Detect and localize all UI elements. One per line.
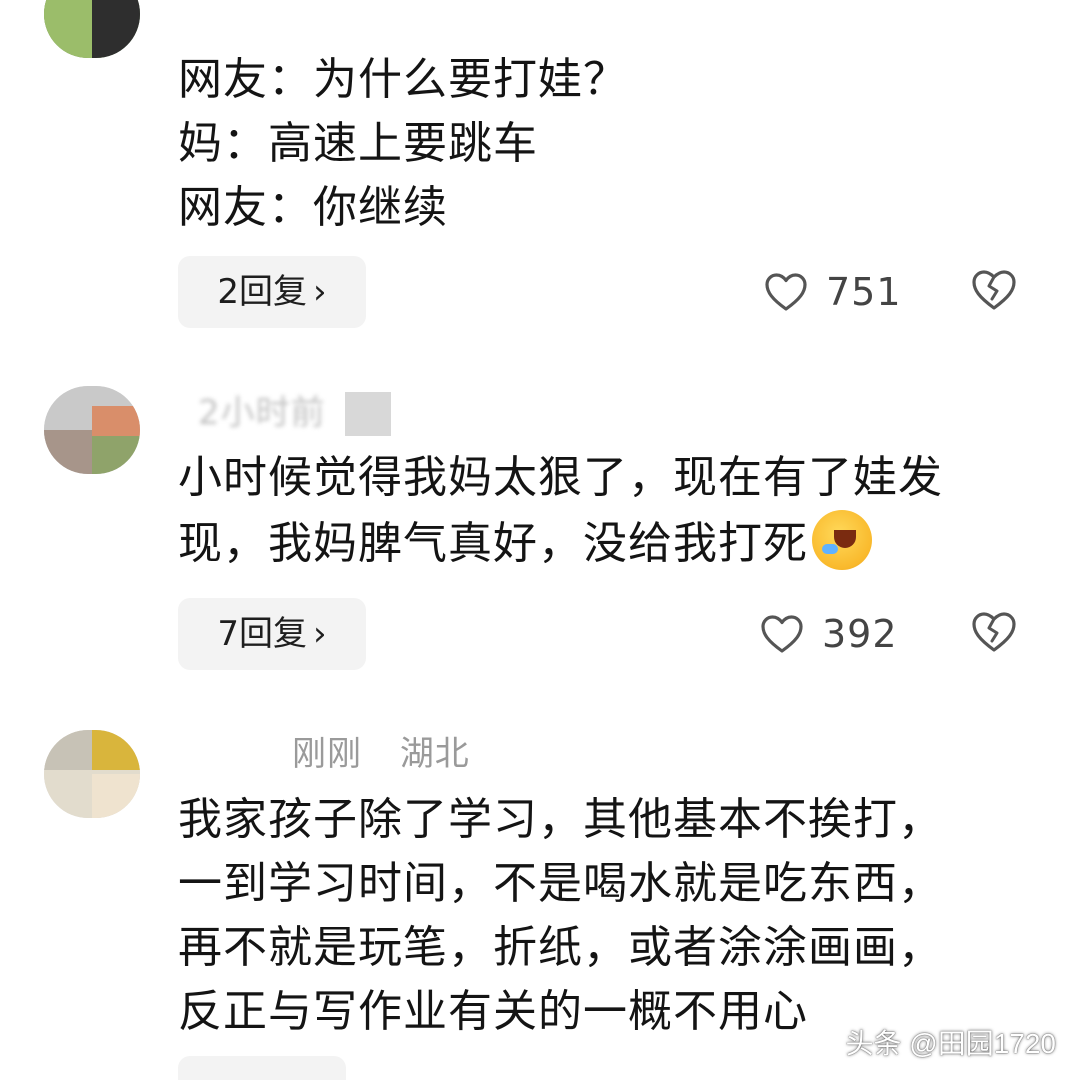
broken-heart-icon (972, 270, 1016, 310)
comment-line: 小时候觉得我妈太狠了，现在有了娃发 (178, 452, 943, 503)
like-count: 392 (822, 612, 898, 656)
reply-label: 7回复 (217, 614, 308, 654)
like-button[interactable]: 392 (760, 604, 898, 664)
avatar[interactable] (44, 386, 140, 474)
comment-meta: 刚刚 湖北 (172, 734, 470, 774)
reply-button[interactable]: 7回复 › (178, 598, 366, 670)
comment-text: 小时候觉得我妈太狠了，现在有了娃发 现，我妈脾气真好，没给我打死 (178, 446, 1038, 576)
dislike-button[interactable] (970, 610, 1018, 658)
reply-button[interactable]: 2回复 › (178, 256, 366, 328)
comment-meta: 2小时前 (172, 392, 425, 436)
comment-line: 现，我妈脾气真好，没给我打死 (178, 510, 1038, 576)
reply-label: 2回复 (217, 272, 308, 312)
comment-text: 我家孩子除了学习，其他基本不挨打， 一到学习时间，不是喝水就是吃东西， 再不就是… (178, 788, 1038, 1044)
location-mosaic (345, 392, 392, 436)
comment-line: 网友：你继续 (178, 182, 448, 233)
reply-button[interactable] (178, 1056, 346, 1080)
chevron-right-icon: › (313, 614, 327, 654)
dislike-button[interactable] (970, 268, 1018, 316)
comment-line: 我家孩子除了学习，其他基本不挨打， (178, 794, 943, 845)
heart-outline-icon (765, 273, 807, 311)
laughing-crying-emoji (812, 510, 872, 570)
heart-outline-icon (761, 615, 803, 653)
comment-time: 2小时前 (198, 392, 326, 433)
like-count: 751 (826, 270, 902, 314)
comment-meta (172, 0, 224, 34)
comment-text: 网友：为什么要打娃？ 妈：高速上要跳车 网友：你继续 (178, 48, 1038, 240)
avatar[interactable] (44, 730, 140, 818)
comment-location: 湖北 (399, 734, 470, 774)
watermark: 头条 @田园1720 (845, 1028, 1057, 1059)
broken-heart-icon (972, 612, 1016, 652)
comment-line: 再不就是玩笔，折纸，或者涂涂画画， (178, 922, 943, 973)
comment-line: 一到学习时间，不是喝水就是吃东西， (178, 858, 943, 909)
comment-line: 网友：为什么要打娃？ (178, 54, 628, 105)
comment-line: 妈：高速上要跳车 (178, 118, 538, 169)
chevron-right-icon: › (313, 272, 327, 312)
avatar[interactable] (44, 0, 140, 58)
comment-feed: 网友：为什么要打娃？ 妈：高速上要跳车 网友：你继续 2回复 › 751 2小时… (0, 0, 1080, 1080)
comment-line-text: 现，我妈脾气真好，没给我打死 (178, 518, 808, 569)
like-button[interactable]: 751 (764, 262, 902, 322)
comment-time: 刚刚 (292, 734, 362, 774)
